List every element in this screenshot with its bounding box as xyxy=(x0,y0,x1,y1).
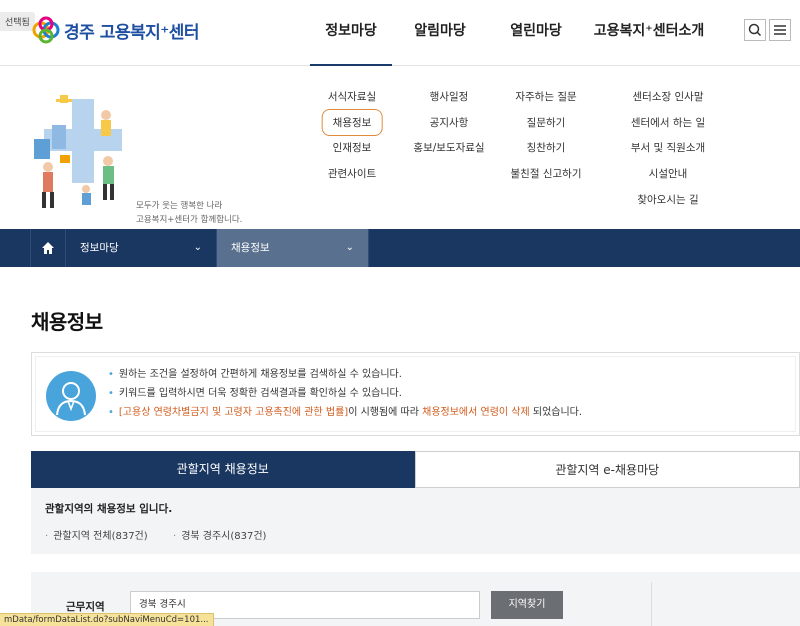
find-region-button[interactable]: 지역찾기 xyxy=(491,591,563,619)
search-icon xyxy=(748,23,762,37)
info-box: 원하는 조건을 설정하여 간편하게 채용정보를 검색하실 수 있습니다. 키워드… xyxy=(31,352,800,436)
page-title: 채용정보 xyxy=(31,310,103,334)
menu-facilities[interactable]: 시설안내 xyxy=(649,166,688,181)
menu-director-greeting[interactable]: 센터소장 인사말 xyxy=(633,89,704,104)
menu-talent-info[interactable]: 인재정보 xyxy=(333,140,372,155)
person-icon xyxy=(46,371,96,421)
site-header: 선택됨 경주 고용복지⁺센터 정보마당 알림마당 열린마당 고용복지⁺센터소개 xyxy=(0,0,800,66)
work-region-label: 근무지역 xyxy=(66,601,105,613)
menu-event-schedule[interactable]: 행사일정 xyxy=(430,89,469,104)
location-bar: 정보마당 ⌄ 채용정보 ⌄ xyxy=(0,229,800,267)
chevron-down-icon: ⌄ xyxy=(193,242,202,253)
home-icon xyxy=(42,242,54,254)
gnb-center-intro[interactable]: 고용복지⁺센터소개 xyxy=(584,0,714,66)
menu-directions[interactable]: 찾아오시는 길 xyxy=(637,192,698,207)
law-name: [고용상 연령차별금지 및 고령자 고용촉진에 관한 법률] xyxy=(118,407,349,418)
chevron-down-icon: ⌄ xyxy=(345,242,354,253)
info-line-3: [고용상 연령차별금지 및 고령자 고용촉진에 관한 법률]이 시행됨에 따라 … xyxy=(108,403,582,422)
region-summary: 관할지역의 채용정보 입니다. 관할지역 전체(837건) 경북 경주시(837… xyxy=(31,488,800,554)
hamburger-icon xyxy=(774,25,786,35)
menu-form-library[interactable]: 서식자료실 xyxy=(328,89,376,104)
breadcrumb-depth2[interactable]: 채용정보 ⌄ xyxy=(217,229,369,267)
region-all-link[interactable]: 관할지역 전체(837건) xyxy=(45,527,147,542)
tab-regional-jobs[interactable]: 관할지역 채용정보 xyxy=(31,451,415,488)
logo-text: 경주 고용복지⁺센터 xyxy=(64,22,200,43)
mega-slogan: 모두가 웃는 행복한 나라 고용복지+센터가 함께합니다. xyxy=(136,199,242,227)
divider xyxy=(651,582,652,626)
site-logo[interactable]: 경주 고용복지⁺센터 xyxy=(32,16,200,44)
slogan-line-2: 고용복지+센터가 함께합니다. xyxy=(136,215,243,225)
region-title: 관할지역의 채용정보 입니다. xyxy=(45,503,173,515)
breadcrumb-depth2-label: 채용정보 xyxy=(231,242,270,254)
region-gyeongju-link[interactable]: 경북 경주시(837건) xyxy=(173,527,266,542)
slogan-line-1: 모두가 웃는 행복한 나라 xyxy=(136,201,223,211)
menu-faq[interactable]: 자주하는 질문 xyxy=(515,89,576,104)
selected-tag: 선택됨 xyxy=(0,12,35,31)
tab-e-job-market[interactable]: 관할지역 e-채용마당 xyxy=(414,451,800,488)
menu-job-info[interactable]: 채용정보 xyxy=(321,109,383,136)
menu-staff[interactable]: 부서 및 직원소개 xyxy=(631,140,705,155)
info-line-2: 키워드를 입력하시면 더욱 정확한 검색결과를 확인하실 수 있습니다. xyxy=(108,384,582,403)
logo-mark-icon xyxy=(32,16,60,44)
breadcrumb-depth1[interactable]: 정보마당 ⌄ xyxy=(66,229,217,267)
gnb-notice[interactable]: 알림마당 xyxy=(392,0,488,66)
info-list: 원하는 조건을 설정하여 간편하게 채용정보를 검색하실 수 있습니다. 키워드… xyxy=(108,365,582,422)
menu-related-sites[interactable]: 관련사이트 xyxy=(328,166,376,181)
info-line-1: 원하는 조건을 설정하여 간편하게 채용정보를 검색하실 수 있습니다. xyxy=(108,365,582,384)
all-menu-button[interactable] xyxy=(769,19,791,41)
age-removed-note: 채용정보에서 연령이 삭제 xyxy=(422,407,530,418)
menu-center-work[interactable]: 센터에서 하는 일 xyxy=(631,115,705,130)
home-button[interactable] xyxy=(30,229,66,267)
status-bar-url: mData/formDataList.do?subNaviMenuCd=101.… xyxy=(0,613,214,626)
menu-complaint[interactable]: 불친절 신고하기 xyxy=(511,166,582,181)
mega-menu: 모두가 웃는 행복한 나라 고용복지+센터가 함께합니다. 서식자료실 채용정보… xyxy=(0,67,800,229)
mega-illustration xyxy=(30,95,130,213)
menu-praise[interactable]: 칭찬하기 xyxy=(527,140,566,155)
search-button[interactable] xyxy=(744,19,766,41)
global-nav: 정보마당 알림마당 열린마당 고용복지⁺센터소개 xyxy=(310,0,714,66)
gnb-info[interactable]: 정보마당 xyxy=(310,0,392,66)
job-tabs: 관할지역 채용정보 관할지역 e-채용마당 xyxy=(31,451,800,488)
breadcrumb-depth1-label: 정보마당 xyxy=(80,242,119,254)
gnb-open[interactable]: 열린마당 xyxy=(488,0,584,66)
menu-notices[interactable]: 공지사항 xyxy=(430,115,469,130)
menu-press[interactable]: 홍보/보도자료실 xyxy=(413,140,484,155)
menu-ask[interactable]: 질문하기 xyxy=(527,115,566,130)
